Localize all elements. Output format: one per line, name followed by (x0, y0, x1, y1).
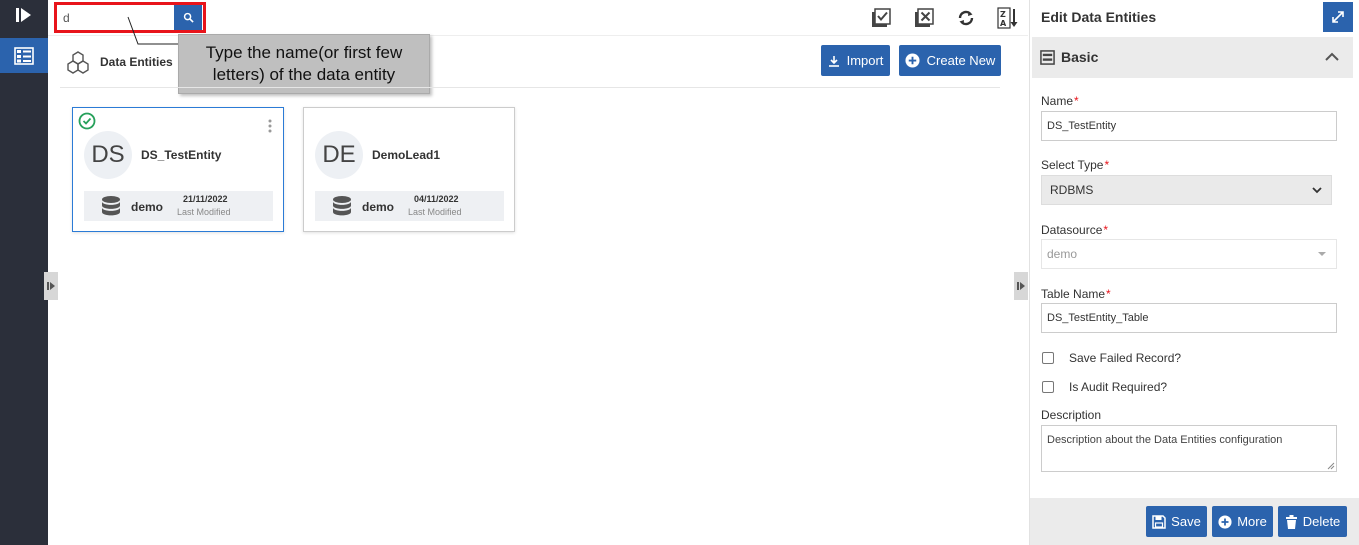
name-label: Name* (1041, 94, 1079, 108)
section-basic-header[interactable]: Basic (1032, 37, 1353, 78)
delete-label: Delete (1302, 514, 1341, 529)
plus-circle-icon (905, 53, 920, 68)
import-button[interactable]: Import (821, 45, 890, 76)
type-label: Select Type* (1041, 158, 1110, 172)
card-title: DemoLead1 (372, 148, 441, 162)
panel-title: Edit Data Entities (1041, 9, 1157, 25)
type-select-value: RDBMS (1050, 183, 1094, 197)
avatar: DE (315, 131, 363, 179)
search-icon (183, 12, 194, 23)
save-button[interactable]: Save (1146, 506, 1207, 537)
import-label: Import (846, 53, 884, 68)
top-bar: ZA (48, 0, 1028, 36)
audit-checkbox[interactable] (1042, 381, 1054, 393)
create-new-label: Create New (926, 53, 996, 68)
type-select[interactable]: RDBMS (1041, 175, 1332, 205)
right-collapse-toggle[interactable] (1014, 272, 1028, 300)
chevron-right-icon (1017, 282, 1025, 290)
search-button[interactable] (174, 5, 202, 30)
chevron-up-icon (1324, 49, 1340, 65)
card-datasource: demo (131, 200, 164, 214)
play-bar-icon[interactable] (0, 0, 48, 30)
uncheck-all-icon[interactable] (912, 6, 936, 30)
audit-label: Is Audit Required? (1069, 380, 1168, 394)
entity-card-ds-testentity[interactable]: DS DS_TestEntity demo 21/11/2022 Last Mo… (72, 107, 284, 232)
trash-icon (1285, 514, 1297, 529)
search-input[interactable] (57, 5, 174, 30)
card-date: 04/11/2022 (414, 194, 459, 204)
svg-text:A: A (1000, 19, 1007, 28)
datasource-label: Datasource* (1041, 223, 1109, 237)
table-name-label: Table Name* (1041, 287, 1111, 301)
datasource-select[interactable]: demo (1041, 239, 1337, 269)
more-label: More (1237, 514, 1267, 529)
refresh-icon[interactable] (954, 6, 978, 30)
card-datasource: demo (362, 200, 395, 214)
table-name-field[interactable] (1041, 303, 1337, 333)
description-field[interactable]: Description about the Data Entities conf… (1041, 425, 1337, 472)
expand-icon (1332, 11, 1344, 23)
form-icon (1040, 50, 1056, 66)
app-root: ZA Type the name(or first few letters) o… (0, 0, 1359, 545)
list-grid-icon[interactable] (0, 38, 48, 73)
card-footer: demo 21/11/2022 Last Modified (84, 191, 273, 221)
card-modified-label: Last Modified (408, 207, 462, 217)
delete-button[interactable]: Delete (1278, 506, 1347, 537)
name-field[interactable] (1041, 111, 1337, 141)
entity-card-demolead1[interactable]: DE DemoLead1 demo 04/11/2022 Last Modifi… (303, 107, 515, 232)
download-icon (828, 55, 839, 67)
check-circle-icon (78, 112, 96, 130)
svg-text:Z: Z (1000, 10, 1006, 19)
caret-down-icon (1318, 252, 1326, 256)
left-collapse-toggle[interactable] (44, 272, 58, 300)
panel-footer: Save More Delete (1030, 498, 1359, 545)
description-label: Description (1041, 408, 1102, 422)
database-icon (331, 195, 353, 217)
chevron-right-icon (47, 282, 55, 290)
card-date: 21/11/2022 (183, 194, 228, 204)
section-title: Basic (1061, 49, 1099, 65)
save-failed-checkbox[interactable] (1042, 352, 1054, 364)
create-new-button[interactable]: Create New (899, 45, 1001, 76)
avatar: DS (84, 131, 132, 179)
card-title: DS_TestEntity (141, 148, 222, 162)
left-nav (0, 0, 48, 545)
more-button[interactable]: More (1212, 506, 1273, 537)
check-all-icon[interactable] (869, 6, 893, 30)
datasource-select-value: demo (1047, 247, 1078, 261)
resize-grip-icon[interactable] (1326, 461, 1335, 470)
expand-button[interactable] (1323, 2, 1353, 32)
database-icon (100, 195, 122, 217)
floppy-icon (1152, 514, 1166, 529)
edit-panel: Edit Data Entities Basic Name* Select Ty… (1029, 0, 1359, 545)
card-modified-label: Last Modified (177, 207, 231, 217)
kebab-menu-icon[interactable] (267, 118, 273, 134)
page-title: Data Entities (100, 55, 173, 69)
save-failed-label: Save Failed Record? (1069, 351, 1182, 365)
card-footer: demo 04/11/2022 Last Modified (315, 191, 504, 221)
sort-az-icon[interactable]: ZA (996, 6, 1020, 30)
plus-circle-icon (1218, 514, 1232, 529)
save-label: Save (1171, 514, 1201, 529)
content-header: Data Entities Import Create New (60, 42, 1001, 88)
cubes-icon (66, 50, 90, 74)
chevron-down-icon (1312, 187, 1322, 194)
